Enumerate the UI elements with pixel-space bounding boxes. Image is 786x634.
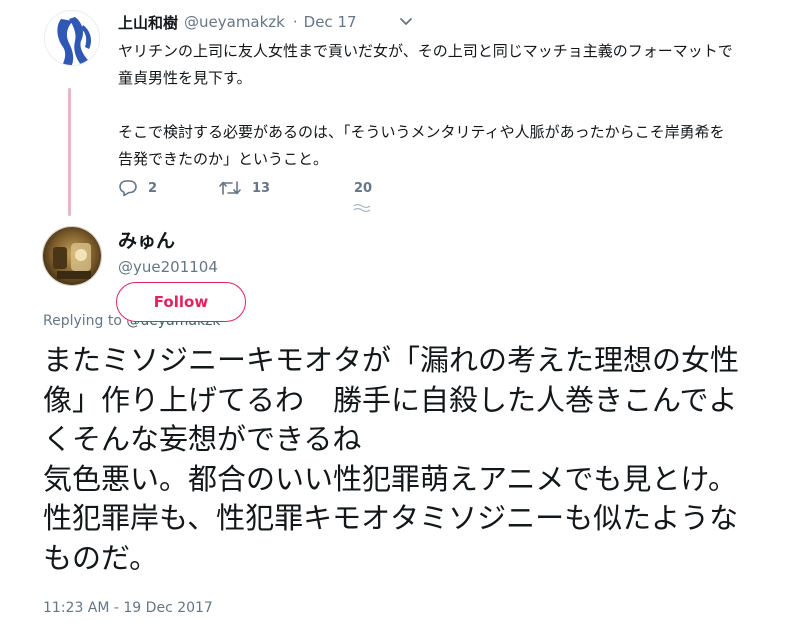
- tweet-page: 上山和樹 @ueyamakzk · Dec 17 ヤリチンの上司に友人女性まで貢…: [0, 0, 786, 634]
- main-display-name[interactable]: みゅん: [118, 226, 175, 253]
- like-button[interactable]: 20: [354, 181, 372, 196]
- main-avatar[interactable]: [42, 226, 102, 286]
- thread-connector-line: [68, 88, 71, 216]
- parent-avatar[interactable]: [44, 10, 100, 66]
- like-animation-icon: [353, 203, 371, 213]
- main-avatar-image: [43, 227, 101, 285]
- follow-button[interactable]: Follow: [116, 282, 246, 322]
- replying-to-label: Replying to: [43, 313, 122, 329]
- reply-button[interactable]: 2: [118, 179, 218, 197]
- main-handle[interactable]: @yue201104: [118, 258, 218, 276]
- parent-tweet-text: ヤリチンの上司に友人女性まで貢いだ女が、その上司と同じマッチョ主義のフォーマット…: [118, 42, 733, 168]
- parent-tweet-actions: 2 13 20: [118, 178, 372, 198]
- parent-avatar-image: [45, 11, 99, 65]
- retweet-button[interactable]: 13: [218, 179, 354, 197]
- reply-icon: [119, 180, 137, 197]
- main-tweet-text: またミソジニーキモオタが「漏れの考えた理想の女性像」作り上げてるわ 勝手に自殺し…: [43, 343, 740, 575]
- like-count: 20: [354, 180, 373, 196]
- parent-date[interactable]: Dec 17: [304, 13, 357, 31]
- tweet-timestamp[interactable]: 11:23 AM - 19 Dec 2017: [43, 600, 213, 616]
- retweet-count: 13: [252, 180, 271, 196]
- parent-tweet-header: 上山和樹 @ueyamakzk · Dec 17: [118, 11, 357, 33]
- reply-count: 2: [148, 180, 158, 196]
- header-separator: ·: [292, 13, 298, 31]
- chevron-down-icon[interactable]: [398, 14, 414, 30]
- retweet-icon: [219, 181, 241, 195]
- parent-handle[interactable]: @ueyamakzk: [184, 13, 285, 31]
- parent-display-name[interactable]: 上山和樹: [118, 12, 178, 33]
